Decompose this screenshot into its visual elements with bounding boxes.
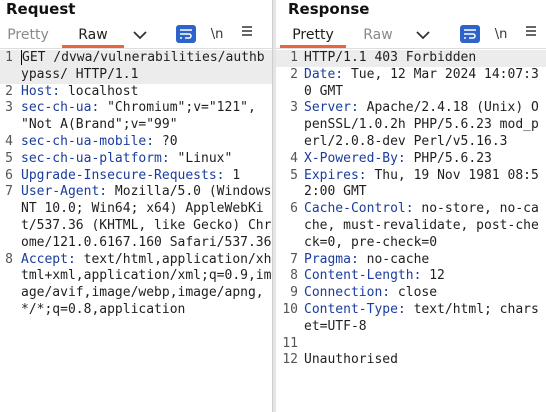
response-line: 9 Connection: close [290,285,438,301]
response-line: 1 HTTP/1.1 403 Forbidden [276,50,546,67]
response-line: 3 Server: Apache/2.4.18 (Unix) OpenSSL/1.… [290,100,539,149]
hamburger-menu-icon[interactable] [237,24,257,46]
request-line: 3 sec-ch-ua: "Chromium";v="121", "Not A(B… [5,100,264,133]
response-toolbar-divider [276,48,546,49]
response-tab-raw[interactable]: Raw [350,24,406,48]
text-wrap-icon[interactable] [176,25,196,43]
request-line: 6 Upgrade-Insecure-Requests: 1 [5,167,241,183]
response-toolbar: Pretty Raw \n [276,22,546,48]
newline-icon[interactable]: \n [490,24,512,46]
request-editor[interactable]: 1 GET /dvwa/vulnerabilities/authbypass/ H… [0,50,272,412]
response-tab-pretty[interactable]: Pretty [280,24,346,48]
response-line: 10 Content-Type: text/html; charset=UTF-8 [282,301,539,334]
response-line: 11 [282,335,298,351]
request-toolbar-divider [0,48,272,49]
chevron-down-icon[interactable] [414,24,432,46]
chevron-down-icon[interactable] [131,24,149,46]
response-line: 5 Expires: Thu, 19 Nov 1981 08:52:00 GMT [290,167,539,200]
request-tab-pretty[interactable]: Pretty [0,24,56,48]
response-line: 4 X-Powered-By: PHP/5.6.23 [290,150,492,166]
request-pane: Request Pretty Raw \n 1 GET /dvwa/vulnera… [0,0,272,412]
response-line: 12 Unauthorised [282,352,398,368]
request-line: 1 GET /dvwa/vulnerabilities/authbypass/ H… [0,50,272,84]
response-line: 8 Content-Length: 12 [290,268,445,284]
response-line: 6 Cache-Control: no-store, no-cache, must… [290,201,539,250]
request-line: 8 Accept: text/html,application/xhtml+xml… [5,251,272,317]
request-line: 4 sec-ch-ua-mobile: ?0 [5,133,178,149]
request-line: 5 sec-ch-ua-platform: "Linux" [5,150,233,166]
newline-icon[interactable]: \n [206,24,228,46]
request-tab-raw[interactable]: Raw [62,24,124,48]
request-line: 2 Host: localhost [5,83,139,99]
request-title: Request [6,0,76,18]
request-toolbar: Pretty Raw \n [0,22,272,48]
response-title: Response [288,0,370,18]
response-line: 2 Date: Tue, 12 Mar 2024 14:07:30 GMT [290,66,539,99]
response-pane: Response Pretty Raw \n 1 HTTP/1.1 403 For… [276,0,546,412]
response-line: 7 Pragma: no-cache [290,251,430,267]
hamburger-menu-icon[interactable] [521,24,541,46]
request-line: 7 User-Agent: Mozilla/5.0 (Windows NT 10.… [5,184,272,250]
response-editor[interactable]: 1 HTTP/1.1 403 Forbidden 2 Date: Tue, 12 M… [276,50,546,412]
text-wrap-icon[interactable] [460,25,480,43]
